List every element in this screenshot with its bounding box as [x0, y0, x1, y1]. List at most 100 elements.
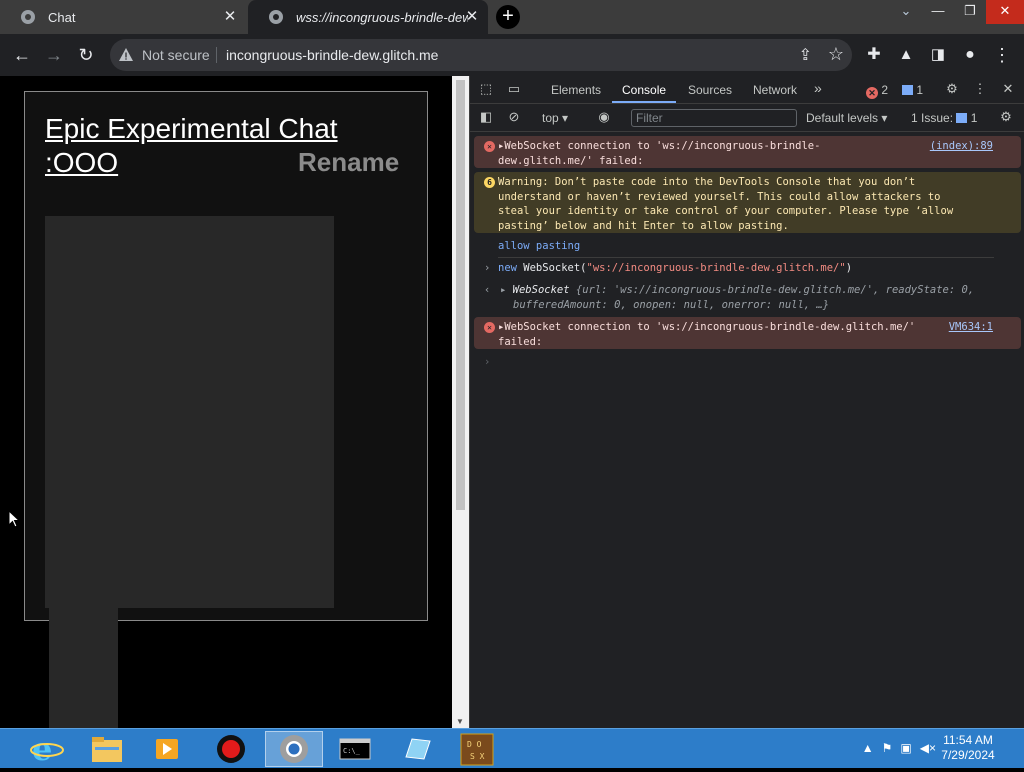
url-text[interactable]: incongruous-brindle-dew.glitch.me	[226, 47, 438, 63]
devtools-tabbar: ⬚ ▭ Elements Console Sources Network » ✕…	[470, 76, 1024, 104]
mouse-cursor-icon	[8, 510, 20, 528]
console-toolbar: ◧ ⊘ top ▾ ◉ Filter Default levels ▾ 1 Is…	[470, 104, 1024, 132]
context-value: top	[542, 111, 559, 125]
command-prompt-icon[interactable]: C:\_	[326, 731, 384, 767]
extensions-icon[interactable]: ✚	[862, 43, 886, 67]
source-link[interactable]: (index):89	[930, 139, 993, 154]
share-icon[interactable]: ⇪	[799, 45, 812, 65]
console-settings-gear-icon[interactable]: ⚙	[998, 109, 1014, 125]
restore-button[interactable]: ❐	[954, 0, 986, 24]
tab-title: Chat	[48, 9, 76, 25]
error-icon: ✕	[866, 87, 878, 99]
inspect-element-icon[interactable]: ⬚	[478, 81, 494, 97]
svg-text:C:\_: C:\_	[343, 747, 361, 755]
issues-link[interactable]: 1 Issue: 1	[911, 111, 977, 125]
warning-text: steal your identity or take control of y…	[498, 205, 954, 217]
tab-network[interactable]: Network	[753, 83, 797, 97]
page-scrollbar[interactable]: ▼	[452, 76, 469, 728]
close-window-button[interactable]: ✕	[986, 0, 1024, 24]
action-center-flag-icon[interactable]: ⚑	[882, 741, 893, 757]
close-tab-icon[interactable]: ✕	[222, 9, 238, 25]
media-player-icon[interactable]	[138, 731, 196, 767]
object-preview: bufferedAmount: 0, onopen: null, onerror…	[513, 298, 830, 311]
scroll-down-arrow-icon[interactable]: ▼	[456, 717, 464, 726]
settings-gear-icon[interactable]: ⚙	[944, 81, 960, 97]
tab-sources[interactable]: Sources	[688, 83, 732, 97]
security-label[interactable]: Not secure	[142, 47, 210, 63]
console-command: new WebSocket("ws://incongruous-brindle-…	[498, 261, 852, 276]
svg-text:e: e	[32, 731, 52, 767]
issue-icon	[902, 85, 913, 95]
issues-label: 1 Issue:	[911, 111, 954, 125]
forward-arrow-icon[interactable]: →	[42, 43, 66, 67]
sidebar-toggle-icon[interactable]: ◧	[478, 109, 494, 125]
tab-chat[interactable]: Chat ✕	[0, 0, 246, 34]
issues-count: 1	[970, 111, 978, 125]
console-warning: 6 Warning: Don’t paste code into the Dev…	[474, 172, 1021, 233]
address-bar[interactable]: Not secure incongruous-brindle-dew.glitc…	[110, 39, 852, 71]
tab-strip: Chat ✕ wss://incongruous-brindle-dew.gli…	[0, 0, 1024, 34]
warning-text: pasting’ below and hit Enter to allow pa…	[498, 219, 789, 232]
reload-icon[interactable]: ↻	[74, 43, 98, 67]
record-icon[interactable]	[202, 731, 260, 767]
warning-count-icon: 6	[484, 177, 495, 188]
new-tab-button[interactable]: +	[496, 5, 520, 29]
string-arg: "ws://incongruous-brindle-dew.glitch.me/…	[586, 262, 846, 274]
message-input[interactable]	[49, 606, 118, 728]
error-icon: ✕	[484, 322, 495, 333]
error-text: dew.glitch.me/' failed:	[498, 154, 644, 167]
rename-button[interactable]: Rename	[298, 147, 399, 178]
taskbar-clock[interactable]: 11:54 AM 7/29/2024	[936, 733, 1000, 763]
expand-arrow-icon[interactable]: ▸	[500, 284, 513, 296]
back-arrow-icon[interactable]: ←	[10, 43, 34, 67]
error-text: WebSocket connection to 'ws://incongruou…	[504, 321, 916, 333]
more-tabs-icon[interactable]: »	[814, 80, 822, 96]
minimize-button[interactable]: —	[922, 0, 954, 24]
divider	[498, 257, 994, 258]
issue-count-badge[interactable]: 1	[902, 83, 923, 97]
menu-kebab-icon[interactable]: ⋮	[990, 43, 1014, 67]
lab-flask-icon[interactable]: ▲	[894, 43, 918, 67]
tab-websocket[interactable]: wss://incongruous-brindle-dew.glitch.me/…	[248, 0, 488, 34]
context-selector[interactable]: top ▾	[542, 111, 568, 125]
paren: )	[845, 262, 853, 274]
input-chevron-icon[interactable]: ›	[484, 355, 490, 370]
bookmark-star-icon[interactable]: ☆	[828, 44, 844, 65]
error-count-badge[interactable]: ✕ 2	[866, 83, 888, 99]
source-link[interactable]: VM634:1	[949, 320, 993, 335]
chrome-icon[interactable]	[265, 731, 323, 767]
keyword: new	[498, 262, 517, 274]
log-levels-dropdown[interactable]: Default levels ▾	[806, 111, 887, 125]
close-devtools-icon[interactable]: ✕	[1000, 81, 1016, 97]
dosbox-icon[interactable]: D O S X	[448, 731, 506, 767]
divider	[216, 47, 217, 63]
file-explorer-icon[interactable]	[78, 731, 136, 767]
tab-elements[interactable]: Elements	[551, 83, 601, 97]
close-tab-icon[interactable]: ✕	[464, 9, 480, 25]
show-hidden-icons-icon[interactable]: ▲	[862, 741, 874, 757]
function-name: WebSocket(	[516, 262, 587, 274]
device-toolbar-icon[interactable]: ▭	[506, 81, 522, 97]
console-result[interactable]: ▸ WebSocket {url: 'ws://incongruous-brin…	[500, 283, 974, 312]
scrollbar-thumb[interactable]	[456, 80, 465, 510]
warning-text: understand or haven’t reviewed yourself.…	[498, 190, 941, 203]
internet-explorer-icon[interactable]: e	[18, 730, 76, 768]
error-count: 2	[881, 83, 889, 97]
taskbar: e C:\_ D O S X ▲ ⚑ ▣ ◀× 11:54 AM 7/29/202…	[0, 728, 1024, 768]
tab-title: wss://incongruous-brindle-dew.glitch.me/	[296, 9, 468, 25]
filter-input[interactable]: Filter	[631, 109, 797, 127]
notepad-app-icon[interactable]	[388, 731, 446, 767]
tab-console[interactable]: Console	[622, 83, 666, 97]
devtools-menu-icon[interactable]: ⋮	[972, 81, 988, 97]
volume-muted-icon[interactable]: ◀×	[920, 741, 936, 757]
live-expression-eye-icon[interactable]: ◉	[596, 109, 612, 125]
network-icon[interactable]: ▣	[900, 741, 911, 757]
error-icon: ✕	[484, 141, 495, 152]
tab-search-icon[interactable]: ⌄	[890, 0, 922, 24]
side-panel-icon[interactable]: ◨	[926, 43, 950, 67]
profile-icon[interactable]: ●	[958, 43, 982, 67]
svg-text:D O: D O	[467, 740, 482, 749]
window-controls: ⌄ — ❐ ✕	[890, 0, 1024, 24]
active-tab-indicator	[612, 101, 676, 103]
clear-console-icon[interactable]: ⊘	[506, 109, 522, 125]
